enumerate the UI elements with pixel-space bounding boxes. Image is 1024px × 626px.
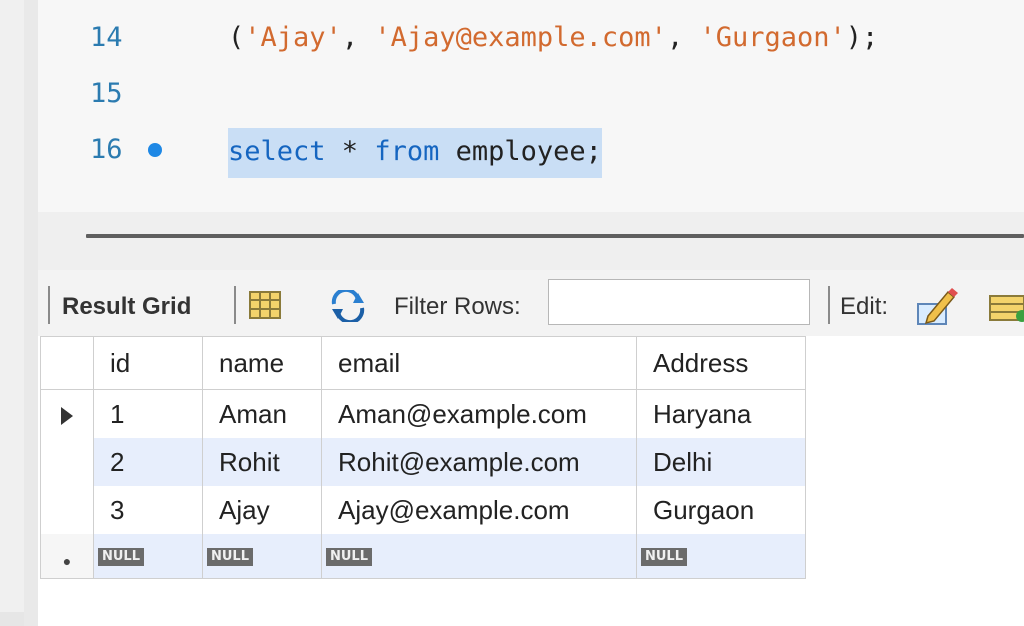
editor-line-15[interactable]: 15 — [38, 72, 1024, 116]
cell-name[interactable]: Rohit — [202, 438, 322, 486]
table-row[interactable]: 2 Rohit Rohit@example.com Delhi — [40, 438, 806, 486]
cell-id[interactable]: 3 — [93, 486, 203, 534]
row-selector[interactable] — [40, 486, 94, 534]
edit-label: Edit: — [840, 293, 889, 320]
result-grid: id name email Address 1 Aman Aman@exampl… — [40, 336, 806, 579]
line-number: 16 — [90, 134, 123, 165]
sql-editor[interactable]: 14 ('Ajay', 'Ajay@example.com', 'Gurgaon… — [38, 0, 1024, 212]
new-row-selector[interactable]: ● — [40, 534, 94, 579]
table-row[interactable]: 1 Aman Aman@example.com Haryana — [40, 389, 806, 438]
left-gutter — [0, 0, 24, 626]
refresh-icon[interactable] — [328, 290, 368, 322]
splitter-handle[interactable] — [86, 234, 1024, 238]
add-row-icon[interactable] — [988, 292, 1024, 324]
cell-email[interactable]: Aman@example.com — [321, 389, 637, 438]
gutter-footer — [0, 612, 24, 626]
statement-marker-icon — [148, 143, 162, 157]
cell-address-new[interactable]: NULL — [636, 534, 806, 579]
cell-address[interactable]: Haryana — [636, 389, 806, 438]
cell-email-new[interactable]: NULL — [321, 534, 637, 579]
new-row-star-icon: ● — [62, 552, 72, 569]
new-row[interactable]: ● NULL NULL NULL NULL — [40, 534, 806, 579]
null-badge: NULL — [326, 548, 373, 566]
panel-border — [24, 0, 38, 626]
table-row[interactable]: 3 Ajay Ajay@example.com Gurgaon — [40, 486, 806, 534]
row-selector-header[interactable] — [40, 336, 94, 390]
cell-email[interactable]: Rohit@example.com — [321, 438, 637, 486]
edit-pencil-icon[interactable] — [914, 286, 958, 326]
result-toolbar: Result Grid Filter Rows: Edit: — [38, 270, 1024, 336]
column-header-id[interactable]: id — [93, 336, 203, 390]
current-row-indicator[interactable] — [40, 389, 94, 438]
form-view-icon[interactable] — [248, 290, 282, 320]
toolbar-separator — [828, 286, 830, 324]
line-number: 14 — [90, 22, 123, 53]
current-row-arrow-icon — [61, 406, 73, 425]
editor-line-16[interactable]: 16 select * from employee; — [38, 128, 1024, 178]
cell-name[interactable]: Aman — [202, 389, 322, 438]
grid-header-row: id name email Address — [40, 336, 806, 390]
column-header-address[interactable]: Address — [636, 336, 806, 390]
filter-rows-input[interactable] — [548, 279, 810, 325]
cell-address[interactable]: Gurgaon — [636, 486, 806, 534]
cell-email[interactable]: Ajay@example.com — [321, 486, 637, 534]
filter-rows-label: Filter Rows: — [394, 293, 521, 320]
line-number: 15 — [90, 78, 123, 109]
line-code: ('Ajay', 'Ajay@example.com', 'Gurgaon'); — [228, 22, 879, 53]
null-badge: NULL — [98, 548, 145, 566]
column-header-name[interactable]: name — [202, 336, 322, 390]
row-selector[interactable] — [40, 438, 94, 486]
panel-splitter[interactable] — [38, 212, 1024, 270]
cell-id-new[interactable]: NULL — [93, 534, 203, 579]
selected-statement: select * from employee; — [228, 128, 602, 178]
cell-name-new[interactable]: NULL — [202, 534, 322, 579]
editor-line-14[interactable]: 14 ('Ajay', 'Ajay@example.com', 'Gurgaon… — [38, 16, 1024, 60]
null-badge: NULL — [641, 548, 688, 566]
toolbar-separator — [234, 286, 236, 324]
cell-address[interactable]: Delhi — [636, 438, 806, 486]
cell-id[interactable]: 2 — [93, 438, 203, 486]
result-grid-tab[interactable]: Result Grid — [62, 292, 191, 322]
toolbar-separator — [48, 286, 50, 324]
null-badge: NULL — [207, 548, 254, 566]
cell-name[interactable]: Ajay — [202, 486, 322, 534]
cell-id[interactable]: 1 — [93, 389, 203, 438]
column-header-email[interactable]: email — [321, 336, 637, 390]
